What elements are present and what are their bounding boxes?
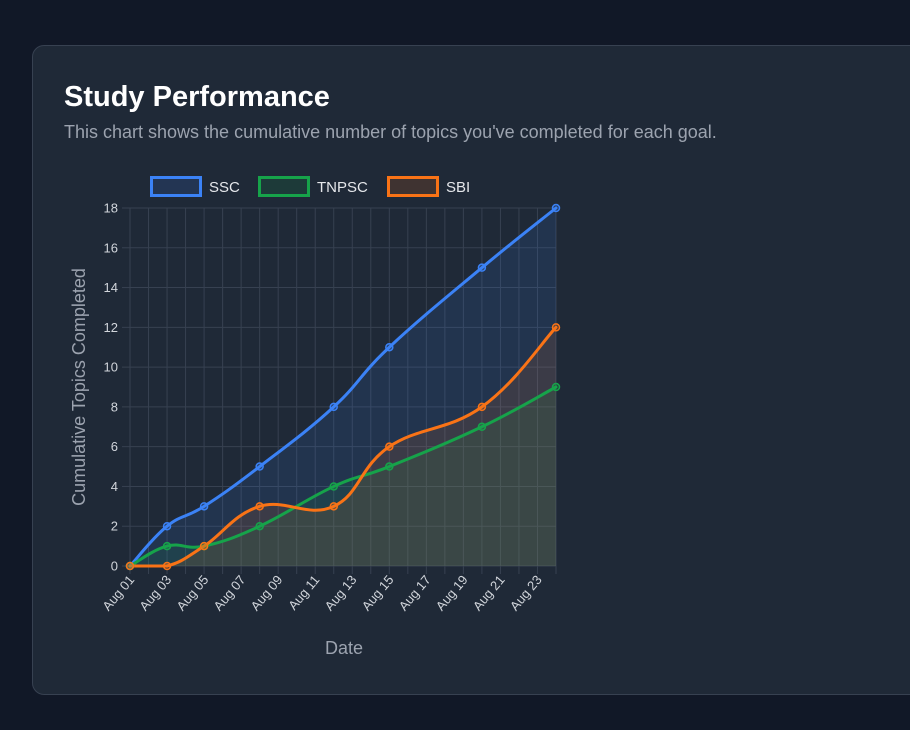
y-tick-label: 12 <box>104 320 118 335</box>
x-tick-label: Aug 19 <box>433 572 471 613</box>
x-tick-label: Aug 13 <box>322 572 360 613</box>
y-axis-ticks: 0 2 4 6 8 10 12 14 16 18 <box>104 201 118 574</box>
point-tnpsc[interactable] <box>551 382 561 392</box>
point-sbi[interactable] <box>125 561 135 571</box>
y-tick-label: 4 <box>111 479 118 494</box>
x-tick-label: Aug 11 <box>285 572 322 612</box>
y-tick-label: 6 <box>111 439 118 454</box>
point-ssc[interactable] <box>551 203 561 213</box>
legend[interactable]: SSC TNPSC SBI <box>150 176 471 197</box>
point-tnpsc[interactable] <box>385 462 394 471</box>
point-ssc[interactable] <box>162 521 172 531</box>
point-ssc[interactable] <box>255 462 264 471</box>
point-tnpsc[interactable] <box>162 541 172 551</box>
legend-swatch-sbi <box>387 176 439 197</box>
point-sbi[interactable] <box>385 442 394 451</box>
x-axis-title: Date <box>325 638 363 658</box>
point-sbi[interactable] <box>329 502 338 511</box>
point-sbi[interactable] <box>477 402 487 412</box>
x-tick-label: Aug 05 <box>173 572 211 613</box>
point-ssc[interactable] <box>385 342 394 352</box>
point-ssc[interactable] <box>329 402 338 412</box>
x-axis-ticks: Aug 01 Aug 03 Aug 05 Aug 07 Aug 09 Aug 11 Aug … <box>99 572 544 613</box>
x-tick-label: Aug 17 <box>396 572 434 613</box>
y-tick-label: 10 <box>104 360 118 375</box>
y-axis-title: Cumulative Topics Completed <box>69 268 89 506</box>
y-tick-label: 0 <box>111 559 118 574</box>
y-tick-label: 18 <box>104 201 118 216</box>
y-tick-label: 14 <box>104 280 118 295</box>
legend-swatch-ssc <box>150 176 202 197</box>
point-sbi[interactable] <box>162 561 172 571</box>
legend-label-sbi: SBI <box>446 179 470 196</box>
point-sbi[interactable] <box>199 541 209 551</box>
point-ssc[interactable] <box>199 502 209 511</box>
line-chart: 0 2 4 6 8 10 12 14 16 18 Aug 01 Aug 03 Aug 05 Aug 07… <box>69 176 561 658</box>
y-tick-label: 8 <box>111 399 118 414</box>
x-tick-label: Aug 21 <box>470 572 508 613</box>
x-tick-label: Aug 15 <box>359 572 397 613</box>
point-sbi[interactable] <box>255 502 264 511</box>
point-tnpsc[interactable] <box>329 482 338 491</box>
x-tick-label: Aug 23 <box>507 572 545 613</box>
point-tnpsc[interactable] <box>477 422 487 432</box>
legend-label-tnpsc: TNPSC <box>317 179 368 196</box>
y-tick-label: 16 <box>104 240 118 255</box>
legend-item-ssc[interactable]: SSC <box>150 176 241 197</box>
x-tick-label: Aug 09 <box>247 572 285 613</box>
legend-swatch-tnpsc <box>258 176 310 197</box>
point-tnpsc[interactable] <box>255 521 264 531</box>
y-tick-label: 2 <box>111 519 118 534</box>
point-ssc[interactable] <box>477 263 487 272</box>
legend-label-ssc: SSC <box>209 179 240 196</box>
point-sbi[interactable] <box>551 323 561 332</box>
x-tick-label: Aug 07 <box>210 572 248 613</box>
legend-item-sbi[interactable]: SBI <box>387 176 471 197</box>
legend-item-tnpsc[interactable]: TNPSC <box>258 176 369 197</box>
x-tick-label: Aug 03 <box>136 572 174 613</box>
x-tick-label: Aug 01 <box>99 572 137 613</box>
